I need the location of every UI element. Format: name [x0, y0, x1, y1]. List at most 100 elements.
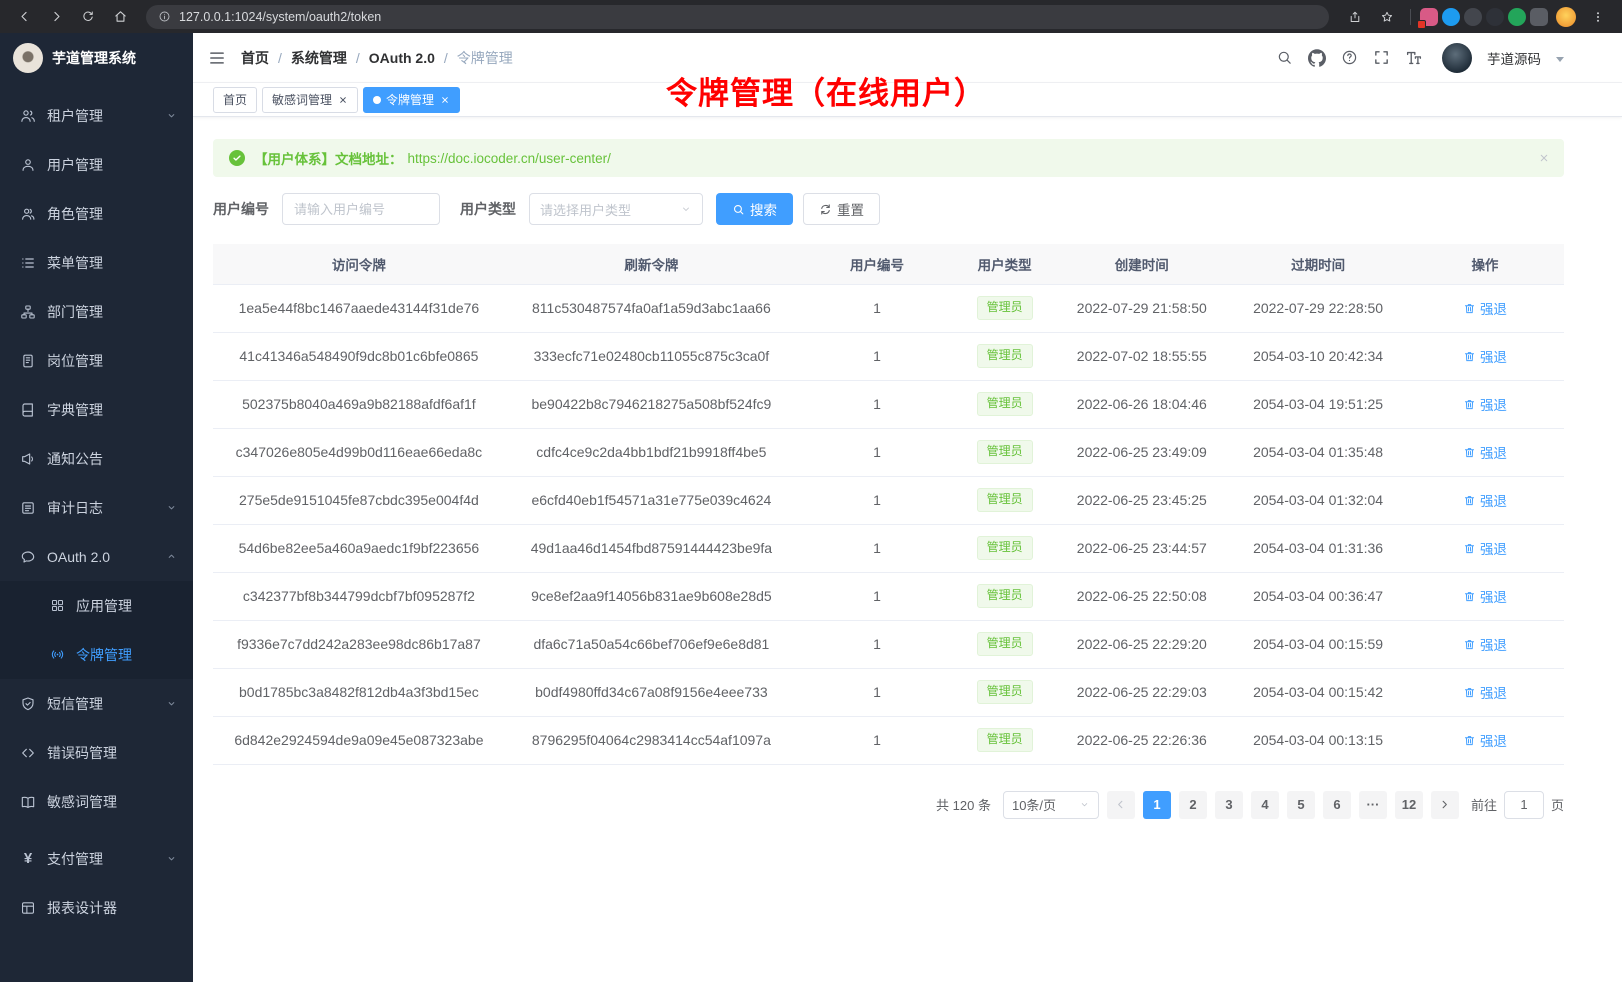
tab-token-management[interactable]: 令牌管理 — [363, 87, 460, 113]
extension-icon[interactable] — [1486, 8, 1504, 26]
sidebar-item-notice[interactable]: 通知公告 — [0, 434, 193, 483]
table-header-row: 访问令牌 刷新令牌 用户编号 用户类型 创建时间 过期时间 操作 — [213, 244, 1564, 284]
bookmark-star-icon[interactable] — [1373, 5, 1401, 29]
sidebar-item-sms[interactable]: 短信管理 — [0, 679, 193, 728]
sidebar-menu: 租户管理 用户管理 角色管理 菜单管理 部门管理 — [0, 83, 193, 982]
back-icon[interactable] — [10, 5, 38, 29]
help-icon[interactable] — [1341, 49, 1358, 66]
user-id-cell: 1 — [798, 668, 956, 716]
user-avatar[interactable] — [1442, 43, 1472, 73]
search-button[interactable]: 搜索 — [716, 193, 793, 225]
user-id-cell: 1 — [798, 620, 956, 668]
chevron-down-icon — [166, 698, 177, 709]
page-button-6[interactable]: 6 — [1323, 791, 1351, 819]
force-logout-button[interactable]: 强退 — [1463, 538, 1507, 558]
doc-link[interactable]: https://doc.iocoder.cn/user-center/ — [408, 151, 611, 166]
sidebar-item-oauth-app[interactable]: 应用管理 — [0, 581, 193, 630]
hamburger-icon[interactable] — [208, 49, 226, 67]
browser-profile-avatar[interactable] — [1556, 7, 1576, 27]
user-type-cell: 管理员 — [956, 332, 1053, 380]
chevron-down-icon[interactable] — [1556, 57, 1564, 62]
site-info-icon[interactable] — [158, 10, 171, 23]
breadcrumb-home[interactable]: 首页 — [241, 48, 269, 68]
font-size-icon[interactable] — [1405, 49, 1423, 67]
page-button-4[interactable]: 4 — [1251, 791, 1279, 819]
sidebar-item-tenant[interactable]: 租户管理 — [0, 91, 193, 140]
sidebar-item-report-designer[interactable]: 报表设计器 — [0, 883, 193, 932]
page-button-1[interactable]: 1 — [1143, 791, 1171, 819]
next-page-button[interactable] — [1431, 791, 1459, 819]
breadcrumb-oauth[interactable]: OAuth 2.0 — [369, 50, 435, 66]
sidebar-item-user[interactable]: 用户管理 — [0, 140, 193, 189]
access-token-cell: c347026e805e4d99b0d116eae66eda8c — [213, 428, 505, 476]
extension-icon[interactable] — [1508, 8, 1526, 26]
sidebar-item-role[interactable]: 角色管理 — [0, 189, 193, 238]
megaphone-icon — [20, 451, 36, 467]
menu-list-icon — [20, 255, 36, 271]
force-logout-button[interactable]: 强退 — [1463, 682, 1507, 702]
force-logout-button[interactable]: 强退 — [1463, 442, 1507, 462]
breadcrumb-system[interactable]: 系统管理 — [291, 48, 347, 68]
page-button-12[interactable]: 12 — [1395, 791, 1423, 819]
user-id-cell: 1 — [798, 524, 956, 572]
close-icon[interactable] — [1538, 152, 1550, 164]
expire-time-cell: 2054-03-04 19:51:25 — [1230, 380, 1406, 428]
extension-icon[interactable] — [1420, 8, 1438, 26]
close-icon[interactable] — [440, 95, 450, 105]
goto-page-input[interactable] — [1504, 791, 1544, 819]
sidebar-item-audit-log[interactable]: 审计日志 — [0, 483, 193, 532]
force-logout-button[interactable]: 强退 — [1463, 298, 1507, 318]
tab-sensitive-words[interactable]: 敏感词管理 — [262, 87, 358, 113]
sidebar-item-sensitive-words[interactable]: 敏感词管理 — [0, 777, 193, 826]
close-icon[interactable] — [338, 95, 348, 105]
page-size-select[interactable]: 10条/页 — [1003, 791, 1099, 819]
github-icon[interactable] — [1308, 49, 1326, 67]
forward-icon[interactable] — [42, 5, 70, 29]
force-logout-button[interactable]: 强退 — [1463, 634, 1507, 654]
home-icon[interactable] — [106, 5, 134, 29]
user-id-input[interactable] — [282, 193, 440, 225]
sidebar-item-oauth[interactable]: OAuth 2.0 — [0, 532, 193, 581]
fullscreen-icon[interactable] — [1373, 49, 1390, 66]
sidebar-item-post[interactable]: 岗位管理 — [0, 336, 193, 385]
col-refresh-token: 刷新令牌 — [505, 244, 798, 284]
extension-icon[interactable] — [1442, 8, 1460, 26]
sidebar-item-dict[interactable]: 字典管理 — [0, 385, 193, 434]
page-button-5[interactable]: 5 — [1287, 791, 1315, 819]
page-button-2[interactable]: 2 — [1179, 791, 1207, 819]
user-id-cell: 1 — [798, 476, 956, 524]
extension-icon[interactable] — [1464, 8, 1482, 26]
sidebar-item-oauth-token[interactable]: 令牌管理 — [0, 630, 193, 679]
puzzle-extension-icon[interactable] — [1530, 8, 1548, 26]
reload-icon[interactable] — [74, 5, 102, 29]
reset-button[interactable]: 重置 — [803, 193, 880, 225]
created-time-cell: 2022-06-25 22:29:20 — [1053, 620, 1230, 668]
sidebar-item-payment[interactable]: ¥ 支付管理 — [0, 834, 193, 883]
extension-badge — [1417, 20, 1426, 29]
refresh-token-cell: dfa6c71a50a54c66bef706ef9e6e8d81 — [505, 620, 798, 668]
pagination-total: 共 120 条 — [936, 795, 991, 814]
force-logout-button[interactable]: 强退 — [1463, 490, 1507, 510]
force-logout-button[interactable]: 强退 — [1463, 394, 1507, 414]
goto-page: 前往 页 — [1471, 791, 1564, 819]
browser-menu-kebab-icon[interactable] — [1584, 5, 1612, 29]
force-logout-button[interactable]: 强退 — [1463, 730, 1507, 750]
user-type-select[interactable]: 请选择用户类型 — [529, 193, 703, 225]
address-bar[interactable]: 127.0.0.1:1024/system/oauth2/token — [146, 5, 1329, 29]
alert-label: 【用户体系】文档地址： — [254, 148, 403, 168]
tab-home[interactable]: 首页 — [213, 87, 257, 113]
breadcrumb-separator: / — [444, 50, 448, 66]
more-pages-button[interactable]: ··· — [1359, 791, 1387, 819]
force-logout-button[interactable]: 强退 — [1463, 586, 1507, 606]
sidebar-item-dept[interactable]: 部门管理 — [0, 287, 193, 336]
tenant-users-icon — [20, 108, 36, 124]
share-icon[interactable] — [1341, 5, 1369, 29]
search-icon[interactable] — [1276, 49, 1293, 66]
sidebar-item-menu[interactable]: 菜单管理 — [0, 238, 193, 287]
chevron-up-icon — [166, 551, 177, 562]
force-logout-button[interactable]: 强退 — [1463, 346, 1507, 366]
user-name[interactable]: 芋道源码 — [1487, 48, 1541, 68]
prev-page-button[interactable] — [1107, 791, 1135, 819]
sidebar-item-error-code[interactable]: 错误码管理 — [0, 728, 193, 777]
page-button-3[interactable]: 3 — [1215, 791, 1243, 819]
